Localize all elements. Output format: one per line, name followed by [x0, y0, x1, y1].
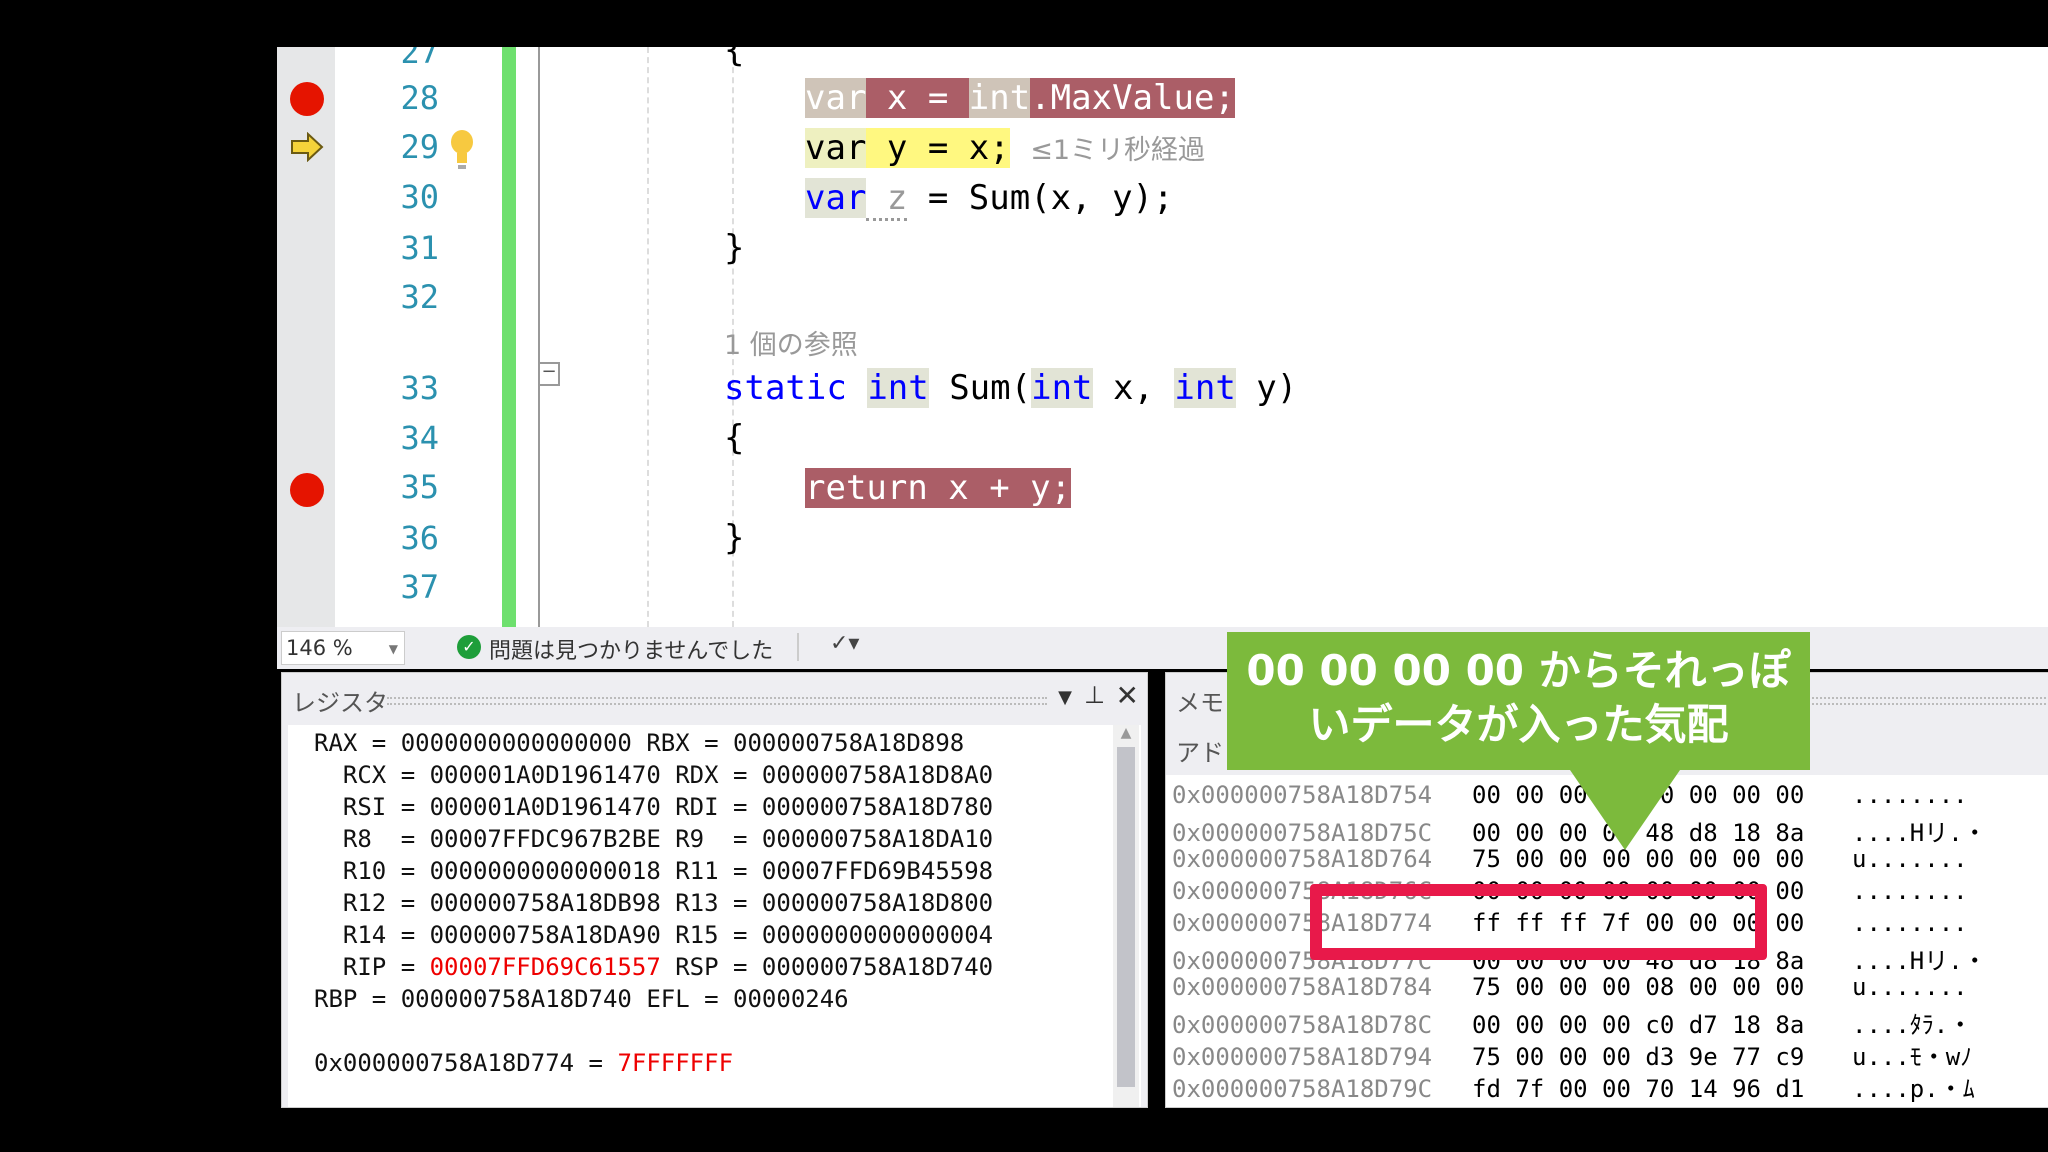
chevron-down-icon: ▼ — [388, 642, 398, 656]
memory-ascii: u...ﾓ・wﾉ — [1852, 1043, 1973, 1071]
line-number: 37 — [400, 568, 439, 606]
register-line: R10 = 0000000000000018 R11 = 00007FFD69B… — [314, 857, 994, 885]
memory-addr: 0x000000758A18D79C — [1172, 1075, 1433, 1103]
memory-row: 0x000000758A18D78C 00 00 00 00 c0 d7 18 8… — [1172, 1005, 2048, 1040]
change-tracking-bar — [502, 47, 516, 627]
line-number: 35 — [400, 468, 439, 506]
code-line-31: } — [724, 228, 745, 268]
register-line: R14 = 000000758A18DA90 R15 = 00000000000… — [314, 921, 994, 949]
memory-ascii: ....Hリ.・ — [1852, 947, 1987, 975]
issues-status[interactable]: 問題は見つかりませんでした — [489, 633, 773, 665]
register-line: R12 = 000000758A18DB98 R13 = 000000758A1… — [314, 889, 994, 917]
memory-ascii: ....ﾀﾗ.・ — [1852, 1011, 1973, 1039]
code-line-36: } — [724, 518, 745, 558]
line-number: 36 — [400, 519, 439, 557]
current-statement-arrow-icon — [291, 132, 324, 162]
registers-panel: レジスタ ▼ ⊥ ✕ RAX = 0000000000000000 RBX = … — [281, 672, 1148, 1108]
register-line: RSI = 000001A0D1961470 RDI = 000000758A1… — [314, 793, 994, 821]
register-line-rip: RIP = 00007FFD69C61557 RSP = 000000758A1… — [314, 953, 994, 981]
brush-dropdown-icon[interactable]: ✓▾ — [830, 631, 859, 656]
register-line: RAX = 0000000000000000 RBX = 000000758A1… — [314, 729, 965, 757]
memory-row: 0x000000758A18D794 75 00 00 00 d3 9e 77 c… — [1172, 1037, 2048, 1072]
breakpoint-icon[interactable] — [290, 82, 324, 116]
memory-addr: 0x000000758A18D794 — [1172, 1043, 1433, 1071]
collapse-toggle-icon[interactable]: − — [538, 362, 560, 386]
memory-addr: 0x000000758A18D784 — [1172, 973, 1433, 1001]
memory-ascii: u....... — [1852, 973, 1968, 1001]
code-line-27: { — [724, 47, 745, 70]
register-line: R8 = 00007FFDC967B2BE R9 = 000000758A18D… — [314, 825, 994, 853]
code-line-28: var x = int.MaxValue; — [805, 78, 1235, 118]
drag-grip[interactable] — [387, 697, 1047, 705]
code-line-35: return x + y; — [805, 468, 1072, 508]
memory-addr: 0x000000758A18D764 — [1172, 845, 1433, 873]
callout-pointer — [1570, 770, 1680, 850]
memory-ascii: ........ — [1852, 781, 1968, 809]
register-line: RBP = 000000758A18D740 EFL = 00000246 — [314, 985, 849, 1013]
callout-line: いデータが入った気配 — [1308, 700, 1729, 749]
zoom-value: 146 % — [286, 636, 353, 660]
memory-ascii: ....p.・ﾑ — [1852, 1075, 1975, 1103]
memory-addr: 0x000000758A18D754 — [1172, 781, 1433, 809]
code-editor[interactable]: − 27 28 29 30 31 32 33 34 35 36 37 { var… — [277, 47, 2048, 627]
line-number: 33 — [400, 369, 439, 407]
breakpoint-icon[interactable] — [290, 473, 324, 507]
memory-bytes: 00 00 00 00 c0 d7 18 8a — [1472, 1011, 1805, 1039]
memory-row: 0x000000758A18D784 75 00 00 00 08 00 00 0… — [1172, 973, 2048, 1001]
callout-line: 00 00 00 00 からそれっぽ — [1246, 646, 1791, 695]
divider — [797, 633, 799, 661]
line-number: 31 — [400, 229, 439, 267]
memory-ascii: u....... — [1852, 845, 1968, 873]
line-number: 28 — [400, 79, 439, 117]
codelens-references[interactable]: 1 個の参照 — [724, 323, 858, 362]
highlight-box — [1310, 884, 1767, 960]
line-number: 29 — [400, 128, 439, 166]
code-line-34: { — [724, 418, 745, 458]
outline-line — [538, 47, 540, 627]
check-icon: ✓ — [457, 635, 481, 659]
panel-title: レジスタ — [292, 689, 388, 717]
memory-bytes: 75 00 00 00 d3 9e 77 c9 — [1472, 1043, 1805, 1071]
memory-ascii: ....Hリ.・ — [1852, 819, 1987, 847]
code-line-30: var z = Sum(x, y); — [805, 175, 1173, 221]
code-line-29: var y = x; ≤1ミリ秒経過 — [805, 128, 1206, 168]
close-icon[interactable]: ✕ — [1116, 679, 1139, 712]
watch-line: 0x000000758A18D774 = 7FFFFFFF — [314, 1049, 734, 1077]
line-number: 34 — [400, 419, 439, 457]
scrollbar-thumb[interactable] — [1117, 747, 1135, 1087]
code-line-33: static int Sum(int x, int y) — [724, 368, 1298, 408]
line-number: 27 — [400, 47, 439, 71]
memory-ascii: ........ — [1852, 909, 1968, 937]
memory-row: 0x000000758A18D79C fd 7f 00 00 70 14 96 d… — [1172, 1069, 2048, 1104]
scrollbar[interactable]: ▲ — [1113, 725, 1139, 1107]
pin-icon[interactable]: ⊥ — [1084, 681, 1105, 709]
perf-tip[interactable]: ≤1ミリ秒経過 — [1030, 135, 1205, 166]
memory-bytes: 75 00 00 00 08 00 00 00 — [1472, 973, 1805, 1001]
memory-bytes: fd 7f 00 00 70 14 96 d1 — [1472, 1075, 1805, 1103]
lightbulb-icon[interactable] — [449, 129, 475, 173]
indent-guide — [647, 47, 649, 627]
zoom-dropdown[interactable]: 146 % ▼ — [281, 631, 405, 665]
annotation-callout: 00 00 00 00 からそれっぽ いデータが入った気配 — [1227, 632, 1810, 770]
line-number: 30 — [400, 178, 439, 216]
memory-ascii: ........ — [1852, 877, 1968, 905]
memory-addr: 0x000000758A18D75C — [1172, 819, 1433, 847]
register-line: RCX = 000001A0D1961470 RDX = 000000758A1… — [314, 761, 994, 789]
line-number: 32 — [400, 278, 439, 316]
dropdown-icon[interactable]: ▼ — [1058, 687, 1072, 708]
registers-content[interactable]: RAX = 0000000000000000 RBX = 000000758A1… — [288, 725, 1141, 1107]
memory-addr: 0x000000758A18D78C — [1172, 1011, 1433, 1039]
